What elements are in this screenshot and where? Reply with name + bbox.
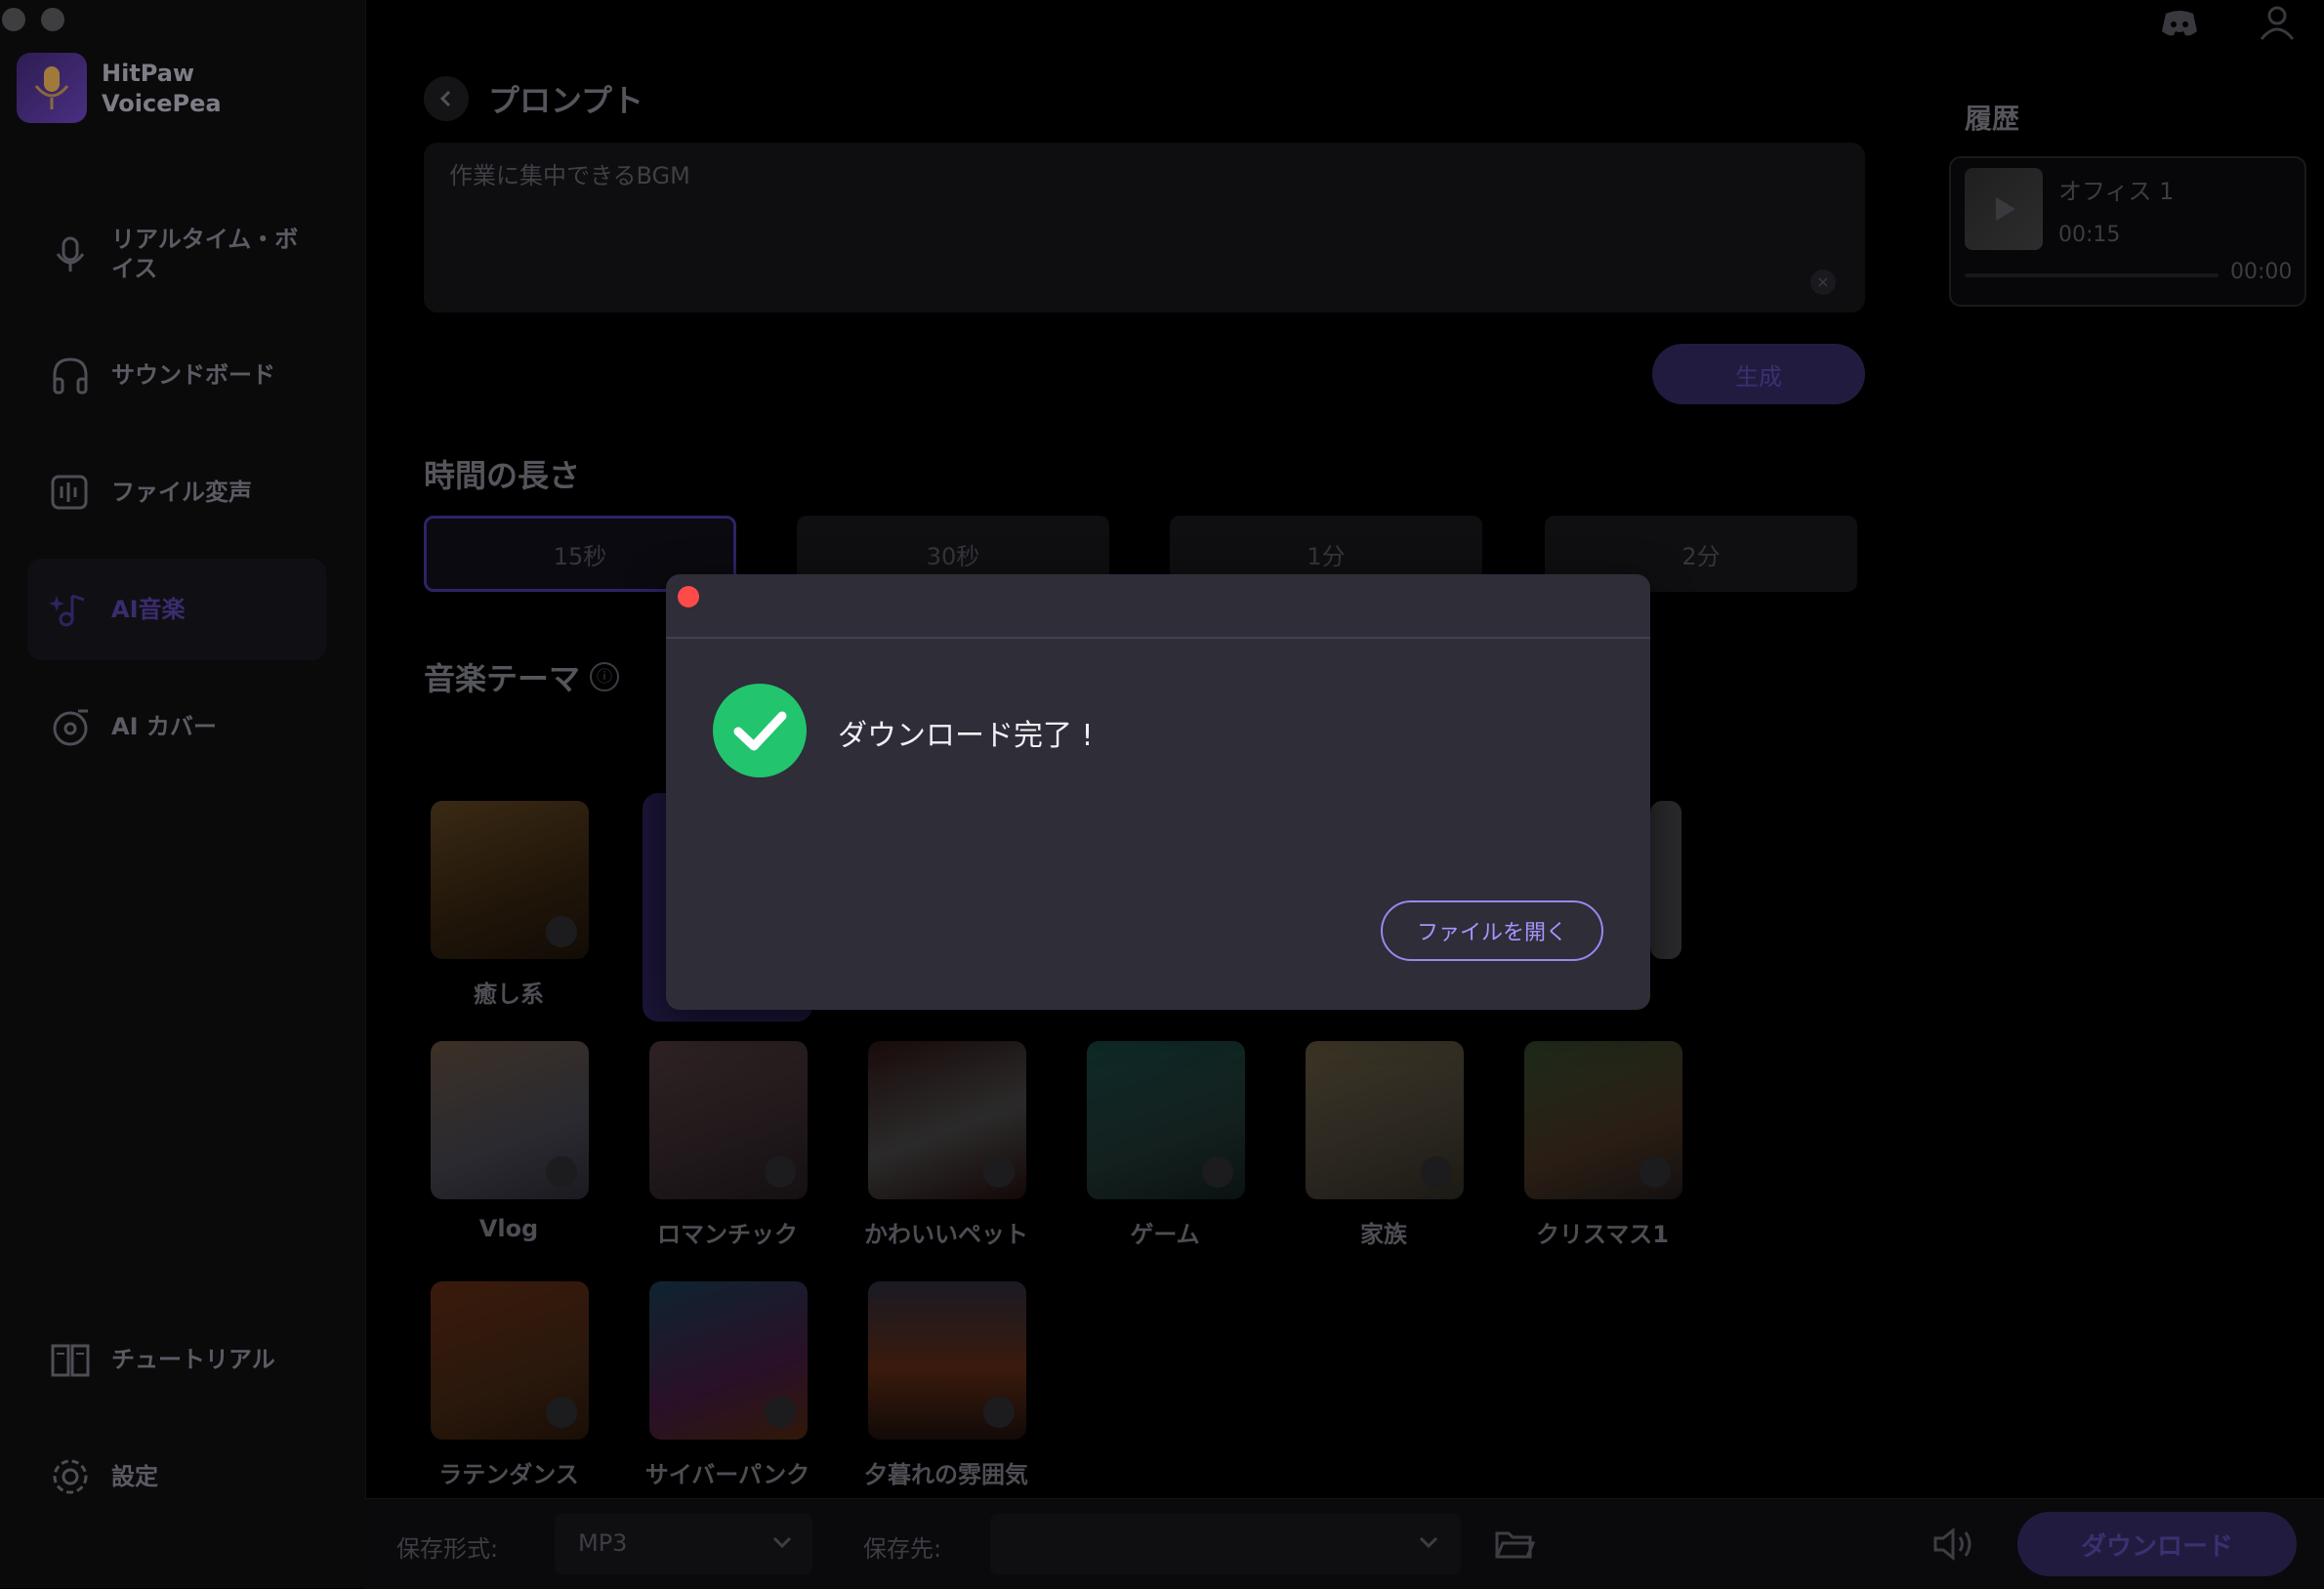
prompt-title: プロンプト (488, 82, 644, 119)
theme-label: クリスマス1 (1536, 1221, 1669, 1248)
history-item-duration: 00:15 (2058, 223, 2121, 247)
history-item-position: 00:00 (2230, 260, 2293, 284)
play-icon[interactable] (1965, 168, 2043, 250)
sidebar-item-label: チュートリアル (111, 1346, 275, 1373)
sidebar-item-tutorial[interactable]: チュートリアル (27, 1309, 326, 1410)
sidebar-item-label: AI音楽 (111, 596, 186, 623)
format-value[interactable]: MP3 (578, 1529, 627, 1557)
theme-tile-vlog[interactable] (431, 1041, 589, 1199)
theme-label: サイバーパンク (644, 1461, 810, 1488)
download-icon[interactable] (1639, 1156, 1671, 1188)
music-theme-title: 音楽テーマ (424, 660, 581, 697)
download-button[interactable]: ダウンロード (2017, 1512, 2297, 1576)
history-item-name: オフィス 1 (2058, 178, 2175, 205)
theme-tile-game[interactable] (1087, 1041, 1245, 1199)
clear-prompt-button[interactable]: × (1810, 270, 1836, 295)
destination-label: 保存先: (863, 1535, 942, 1563)
app-name: HitPaw VoicePea (102, 60, 222, 117)
theme-tile-cyberpunk[interactable] (649, 1281, 808, 1440)
history-title: 履歴 (1965, 103, 2020, 135)
prompt-input-text[interactable]: 作業に集中できるBGM (449, 156, 690, 190)
theme-tile-family[interactable] (1306, 1041, 1464, 1199)
download-icon[interactable] (983, 1397, 1015, 1428)
sidebar-item-ai-cover[interactable]: AI カバー (27, 676, 326, 777)
theme-label: 夕暮れの雰囲気 (864, 1461, 1028, 1488)
info-icon[interactable]: ⓘ (590, 662, 619, 691)
discord-icon[interactable] (2160, 8, 2199, 39)
sidebar-item-label: リアルタイム・ボイス (111, 226, 299, 282)
theme-label: 家族 (1360, 1221, 1407, 1248)
microphone-icon (56, 236, 85, 272)
chevron-left-icon (439, 90, 451, 107)
destination-select[interactable] (990, 1514, 1461, 1574)
sidebar-item-soundboard[interactable]: サウンドボード (27, 324, 326, 426)
window-close-button[interactable] (2, 8, 25, 31)
download-icon[interactable] (983, 1156, 1015, 1188)
success-check-icon (713, 684, 807, 777)
theme-tile-cute-pet[interactable] (868, 1041, 1026, 1199)
download-icon[interactable] (546, 1397, 577, 1428)
download-icon[interactable] (1202, 1156, 1233, 1188)
theme-tile-sunset[interactable] (868, 1281, 1026, 1440)
theme-tile-latin-dance[interactable] (431, 1281, 589, 1440)
book-icon (51, 1344, 90, 1377)
download-icon[interactable] (546, 916, 577, 947)
window-minimize-button[interactable] (41, 8, 64, 31)
theme-tile-romantic[interactable] (649, 1041, 808, 1199)
history-thumbnail[interactable] (1965, 168, 2043, 250)
history-progress-bar[interactable] (1965, 273, 2219, 277)
dialog-divider (666, 637, 1650, 639)
ai-music-icon (49, 594, 85, 627)
theme-label: Vlog (478, 1215, 539, 1242)
theme-label: 癒し系 (474, 981, 544, 1008)
back-button[interactable] (424, 76, 469, 121)
account-icon[interactable] (2258, 2, 2297, 41)
sidebar-item-settings[interactable]: 設定 (27, 1426, 326, 1527)
gear-icon (53, 1459, 88, 1494)
dialog-close-button[interactable] (678, 586, 699, 607)
sidebar-item-label: 設定 (111, 1463, 158, 1490)
dialog-message: ダウンロード完了 ! (838, 719, 1094, 753)
sidebar-item-label: サウンドボード (111, 361, 275, 389)
sidebar-item-label: AI カバー (111, 713, 217, 740)
sidebar-item-file-voice-change[interactable]: ファイル変声 (27, 441, 326, 543)
chevron-down-icon[interactable] (771, 1535, 793, 1549)
theme-label: ラテンダンス (438, 1461, 579, 1488)
open-file-button[interactable]: ファイルを開く (1381, 900, 1603, 961)
theme-tile-healing[interactable] (431, 801, 589, 959)
duration-title: 時間の長さ (424, 457, 581, 494)
sidebar-item-label: ファイル変声 (111, 479, 252, 506)
download-icon[interactable] (546, 1156, 577, 1188)
sidebar-item-ai-music[interactable]: AI音楽 (27, 559, 326, 660)
vinyl-icon (53, 709, 88, 746)
theme-label: ロマンチック (657, 1221, 798, 1248)
theme-tile-partial[interactable] (1650, 801, 1681, 959)
generate-button[interactable]: 生成 (1652, 344, 1865, 404)
app-logo-icon (17, 53, 87, 123)
theme-label: かわいいペット (864, 1221, 1028, 1248)
headphones-icon (53, 357, 88, 395)
chevron-down-icon[interactable] (1418, 1535, 1439, 1549)
download-icon[interactable] (1421, 1156, 1452, 1188)
download-icon[interactable] (765, 1156, 796, 1188)
waveform-file-icon (51, 475, 88, 510)
sidebar-item-realtime-voice[interactable]: リアルタイム・ボイス (27, 203, 326, 305)
download-icon[interactable] (765, 1397, 796, 1428)
theme-tile-christmas[interactable] (1524, 1041, 1682, 1199)
format-label: 保存形式: (396, 1535, 499, 1563)
theme-label: ゲーム (1130, 1221, 1200, 1248)
folder-icon[interactable] (1494, 1527, 1535, 1561)
volume-icon[interactable] (1931, 1526, 1976, 1563)
